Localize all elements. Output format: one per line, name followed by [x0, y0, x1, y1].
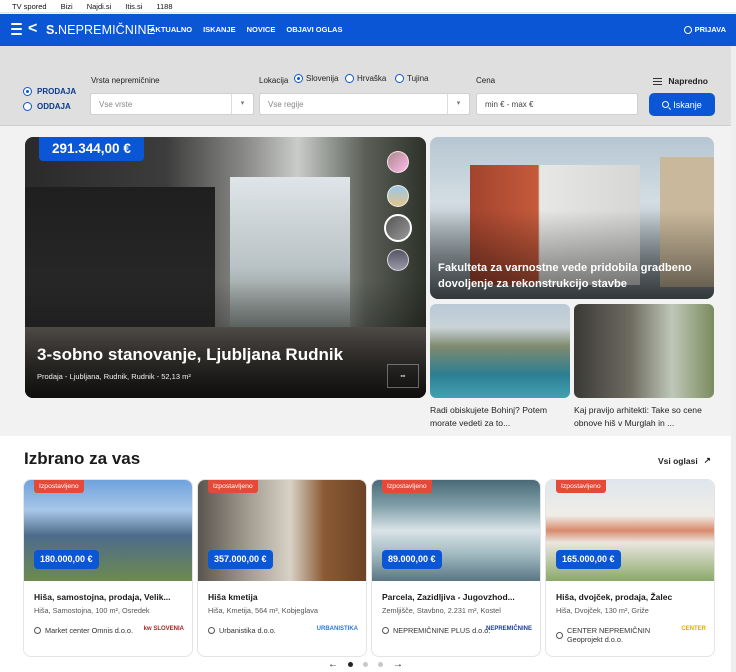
listing-agent: NEPREMIČNINE PLUS d.o.o.	[382, 626, 494, 635]
hero-price-tag: 291.344,00 €	[39, 137, 144, 161]
listing-title: Parcela, Zazidljiva - Jugovzhod...	[382, 592, 515, 602]
news-small-image-1[interactable]	[430, 304, 570, 398]
search-icon	[662, 101, 670, 108]
listing-meta: Hiša, Dvojček, 130 m², Griže	[556, 606, 649, 615]
location-radio-tujina[interactable]: Tujina	[395, 74, 429, 83]
listing-meta: Hiša, Samostojna, 100 m², Osredek	[34, 606, 150, 615]
hero-thumbnail-2[interactable]	[387, 185, 409, 207]
region-select[interactable]: Vse regije ▾	[259, 93, 470, 115]
arrow-up-right-icon: ↗	[703, 455, 711, 465]
radio-icon	[395, 74, 404, 83]
top-link-bizi[interactable]: Bizi	[61, 2, 73, 11]
radio-selected-icon	[294, 74, 303, 83]
news-small-title-2[interactable]: Kaj pravijo arhitekti: Take so cene obno…	[574, 404, 716, 429]
location-label: Lokacija	[259, 76, 289, 85]
chevron-down-icon: ▾	[447, 94, 469, 114]
agent-logo: CENTER	[681, 626, 706, 632]
featured-badge: Izpostavljeno	[382, 480, 432, 493]
radio-icon	[345, 74, 354, 83]
agent-logo: URBANISTIKA	[316, 626, 358, 632]
site-logo[interactable]: S.NEPREMIČNINE	[46, 23, 155, 37]
deal-radio-prodaja[interactable]: PRODAJA	[23, 87, 76, 96]
hero-thumbnail-1[interactable]	[387, 151, 409, 173]
nav-item-objavi-oglas[interactable]: OBJAVI OGLAS	[286, 25, 342, 34]
listing-title: Hiša, samostojna, prodaja, Velik...	[34, 592, 171, 602]
pager-dot-1[interactable]	[348, 662, 353, 667]
listing-card[interactable]: Izpostavljeno 165.000,00 € Hiša, dvojček…	[546, 480, 714, 656]
top-link-itis[interactable]: Itis.si	[125, 2, 142, 11]
advanced-search-toggle[interactable]: Napredno	[653, 76, 708, 86]
listing-agent: CENTER NEPREMIČNIN Geoprojekt d.o.o.	[556, 626, 668, 644]
hero-watermark-logo: ■■	[387, 364, 419, 388]
back-chevron-icon[interactable]: <	[28, 20, 37, 38]
search-button[interactable]: Iskanje	[649, 93, 715, 116]
hero-title[interactable]: 3-sobno stanovanje, Ljubljana Rudnik	[37, 345, 343, 365]
top-link-1188[interactable]: 1188	[156, 2, 172, 11]
listing-price: 165.000,00 €	[556, 550, 621, 569]
price-label: Cena	[476, 76, 496, 85]
featured-badge: Izpostavljeno	[208, 480, 258, 493]
listing-price: 89.000,00 €	[382, 550, 442, 569]
all-listings-link[interactable]: Vsi oglasi ↗	[658, 455, 711, 466]
listing-price: 357.000,00 €	[208, 550, 273, 569]
agent-logo: kw SLOVENIA	[143, 626, 184, 632]
arrow-left-icon[interactable]: ←	[328, 659, 338, 670]
nav-item-novice[interactable]: NOVICE	[247, 25, 276, 34]
hero-thumbnail-4[interactable]	[387, 249, 409, 271]
carousel-pager: ← →	[328, 659, 403, 670]
deal-radio-oddaja[interactable]: ODDAJA	[23, 102, 71, 111]
listing-agent: Urbanistika d.o.o.	[208, 626, 320, 635]
top-link-najdi[interactable]: Najdi.si	[87, 2, 112, 11]
property-type-select[interactable]: Vse vrste ▾	[90, 93, 254, 115]
page-scrollbar[interactable]	[731, 46, 736, 672]
radio-icon	[23, 102, 32, 111]
property-type-label: Vrsta nepremičnine	[91, 76, 160, 85]
login-button[interactable]: PRIJAVA	[683, 25, 726, 34]
featured-badge: Izpostavljeno	[34, 480, 84, 493]
user-icon	[556, 631, 563, 639]
arrow-right-icon[interactable]: →	[393, 659, 403, 670]
listing-meta: Hiša, Kmetija, 564 m², Kobjeglava	[208, 606, 318, 615]
listing-title: Hiša kmetija	[208, 592, 258, 602]
listing-card[interactable]: Izpostavljeno 89.000,00 € Parcela, Zazid…	[372, 480, 540, 656]
featured-title: Izbrano za vas	[24, 449, 141, 468]
listing-agent: Market center Omnis d.o.o.	[34, 626, 146, 635]
listing-card[interactable]: Izpostavljeno 180.000,00 € Hiša, samosto…	[24, 480, 192, 656]
user-icon	[683, 25, 692, 34]
user-icon	[208, 627, 215, 634]
listing-price: 180.000,00 €	[34, 550, 99, 569]
listing-meta: Zemljišče, Stavbno, 2.231 m², Kostel	[382, 606, 501, 615]
hero-subtitle: Prodaja - Ljubljana, Rudnik, Rudnik - 52…	[37, 372, 191, 381]
radio-selected-icon	[23, 87, 32, 96]
pager-dot-3[interactable]	[378, 662, 383, 667]
chevron-down-icon: ▾	[231, 94, 253, 114]
price-range-input[interactable]: min € - max €	[476, 93, 638, 115]
top-link-tv[interactable]: TV spored	[12, 2, 47, 11]
nav-menu: AKTUALNO ISKANJE NOVICE OBJAVI OGLAS	[150, 25, 342, 34]
nav-item-aktualno[interactable]: AKTUALNO	[150, 25, 192, 34]
location-radio-slovenija[interactable]: Slovenija	[294, 74, 338, 83]
top-links-strip: TV spored Bizi Najdi.si Itis.si 1188	[0, 0, 736, 13]
sliders-icon	[653, 77, 663, 86]
location-radio-hrvaska[interactable]: Hrvaška	[345, 74, 386, 83]
hero-thumbnail-3[interactable]	[384, 214, 412, 242]
nav-item-iskanje[interactable]: ISKANJE	[203, 25, 236, 34]
listing-card[interactable]: Izpostavljeno 357.000,00 € Hiša kmetija …	[198, 480, 366, 656]
user-icon	[382, 627, 389, 634]
main-nav: < S.NEPREMIČNINE AKTUALNO ISKANJE NOVICE…	[0, 14, 736, 46]
news-small-title-1[interactable]: Radi obiskujete Bohinj? Potem morate ved…	[430, 404, 572, 429]
hamburger-menu-icon[interactable]	[11, 23, 22, 35]
agent-logo: NEPREMIČNINE	[485, 626, 532, 632]
featured-badge: Izpostavljeno	[556, 480, 606, 493]
listing-title: Hiša, dvojček, prodaja, Žalec	[556, 592, 673, 602]
pager-dot-2[interactable]	[363, 662, 368, 667]
news-small-image-2[interactable]	[574, 304, 714, 398]
news-big-title[interactable]: Fakulteta za varnostne vede pridobila gr…	[438, 261, 714, 292]
user-icon	[34, 627, 41, 634]
